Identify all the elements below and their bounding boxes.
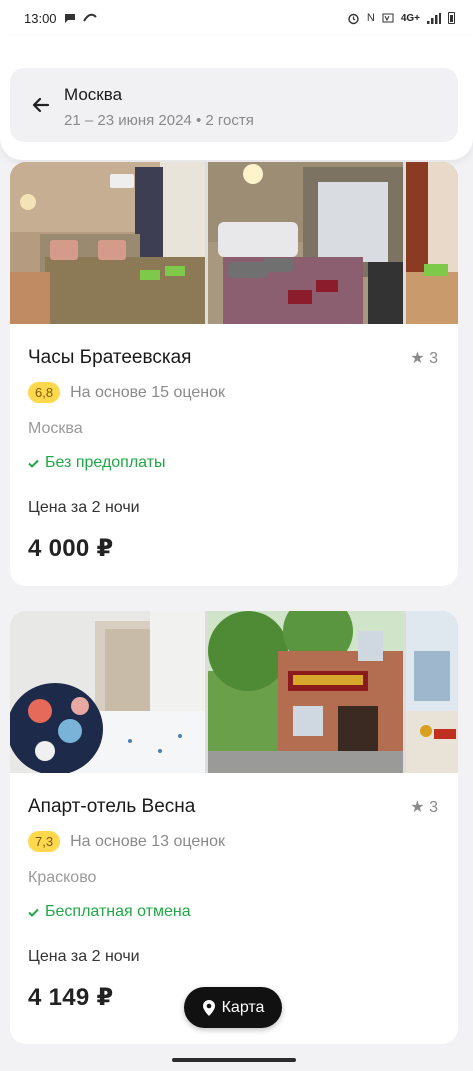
message-icon — [64, 14, 75, 23]
map-pin-icon — [202, 999, 215, 1016]
reviews-count: На основе 15 оценок — [70, 383, 226, 401]
hotel-city: Москва — [28, 420, 83, 437]
battery-icon — [448, 12, 455, 24]
signal-icon — [427, 12, 441, 24]
hotel-photo — [208, 611, 403, 773]
map-button[interactable]: Карта — [184, 987, 282, 1028]
hotel-city: Красково — [28, 869, 97, 886]
hotel-photo — [10, 611, 205, 773]
search-city: Москва — [64, 85, 123, 104]
hotel-photo — [406, 611, 458, 773]
search-summary[interactable]: Москва 21 – 23 июня 2024 • 2 гостя — [10, 68, 458, 142]
check-icon — [28, 908, 39, 917]
status-time: 13:00 — [24, 10, 57, 26]
hotel-photo — [208, 162, 403, 324]
rating-badge: 7,3 — [28, 831, 61, 852]
top-panel: Москва 21 – 23 июня 2024 • 2 гостя — [0, 36, 473, 160]
nfc-icon: N — [366, 12, 375, 24]
stars-value: 3 — [429, 799, 438, 816]
hotel-stars: ★ 3 — [410, 797, 438, 817]
rating-row: 7,3 На основе 13 оценок — [28, 831, 225, 852]
system-nav-bar — [0, 1044, 473, 1071]
reviews-count: На основе 13 оценок — [70, 832, 226, 850]
star-icon: ★ — [410, 799, 425, 816]
photo-gallery[interactable] — [10, 162, 458, 324]
feature-badge: Бесплатная отмена — [28, 903, 191, 921]
hotel-card[interactable]: Часы Братеевская ★ 3 6,8 На основе 15 оц… — [10, 162, 458, 586]
stars-value: 3 — [429, 350, 438, 367]
back-arrow-icon[interactable] — [28, 92, 54, 118]
price-value: 4 149 ₽ — [28, 984, 114, 1011]
price-label: Цена за 2 ночи — [28, 948, 140, 965]
status-bar: 13:00 N 4G+ — [0, 0, 473, 36]
hotel-photo — [10, 162, 205, 324]
rating-row: 6,8 На основе 15 оценок — [28, 382, 225, 403]
network-type: 4G+ — [400, 12, 420, 24]
hotel-name: Апарт-отель Весна — [28, 796, 196, 817]
feature-label: Без предоплаты — [45, 454, 166, 471]
hotel-name: Часы Братеевская — [28, 347, 192, 368]
feature-label: Бесплатная отмена — [45, 903, 191, 920]
feature-badge: Без предоплаты — [28, 454, 166, 472]
price-label: Цена за 2 ночи — [28, 499, 140, 516]
star-icon: ★ — [410, 350, 425, 367]
price-value: 4 000 ₽ — [28, 535, 114, 562]
app-notification-icon — [82, 13, 97, 22]
hotel-stars: ★ 3 — [410, 348, 438, 368]
alarm-icon — [348, 13, 359, 24]
search-dates-guests: 21 – 23 июня 2024 • 2 гостя — [64, 112, 254, 129]
map-button-label: Карта — [221, 998, 265, 1016]
rating-badge: 6,8 — [28, 382, 61, 403]
photo-gallery[interactable] — [10, 611, 458, 773]
hotel-photo — [406, 162, 458, 324]
volte-icon — [382, 13, 394, 23]
check-icon — [28, 459, 39, 468]
home-gesture-handle[interactable] — [172, 1058, 296, 1062]
hotel-card[interactable]: Апарт-отель Весна ★ 3 7,3 На основе 13 о… — [10, 611, 458, 1044]
